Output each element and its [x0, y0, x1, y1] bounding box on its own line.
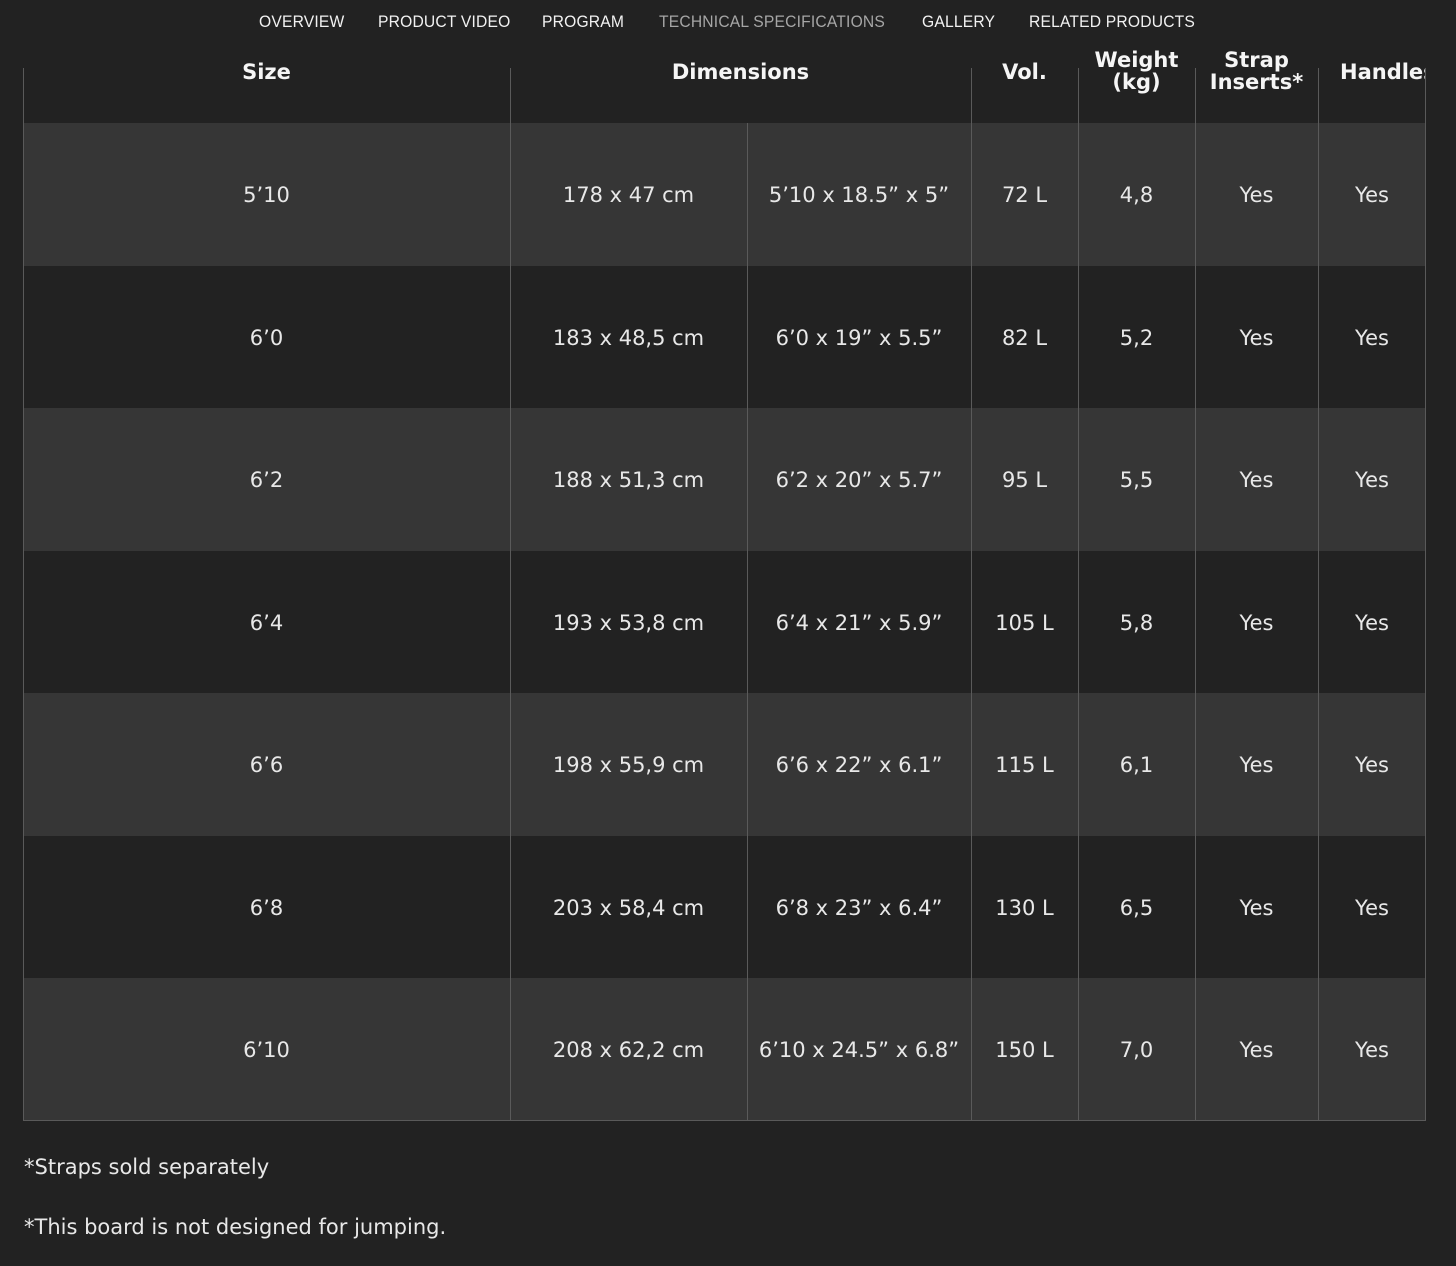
nav-item-product-video[interactable]: PRODUCT VIDEO — [378, 12, 510, 32]
cell-volume: 130 L — [995, 895, 1054, 920]
cell-strap-inserts: Yes — [1239, 752, 1274, 777]
table-row: 6’6 198 x 55,9 cm 6’6 x 22” x 6.1” 115 L… — [23, 693, 1426, 836]
column-divider — [971, 68, 972, 1121]
cell-metric: 198 x 55,9 cm — [552, 752, 705, 777]
cell-volume: 72 L — [1001, 182, 1048, 207]
nav-item-overview[interactable]: OVERVIEW — [259, 12, 344, 32]
cell-volume: 95 L — [1001, 467, 1048, 492]
cell-imperial: 6’10 x 24.5” x 6.8” — [758, 1037, 960, 1062]
cell-weight: 5,8 — [1119, 610, 1154, 635]
cell-size: 6’6 — [249, 752, 284, 777]
cell-metric: 193 x 53,8 cm — [552, 610, 705, 635]
cell-weight: 7,0 — [1119, 1037, 1154, 1062]
cell-volume: 115 L — [995, 752, 1054, 777]
table-border-bottom — [23, 1120, 1426, 1121]
cell-size: 6’0 — [249, 325, 284, 350]
cell-size: 6’4 — [249, 610, 284, 635]
cell-metric: 183 x 48,5 cm — [552, 325, 705, 350]
header-weight: Weight (kg) — [1078, 49, 1195, 93]
cell-size: 6’10 — [243, 1037, 290, 1062]
cell-handles: Yes — [1355, 895, 1389, 920]
cell-imperial: 6’0 x 19” x 5.5” — [775, 325, 943, 350]
cell-volume: 150 L — [995, 1037, 1054, 1062]
cell-imperial: 6’2 x 20” x 5.7” — [775, 467, 943, 492]
cell-metric: 203 x 58,4 cm — [552, 895, 705, 920]
cell-strap-inserts: Yes — [1239, 1037, 1274, 1062]
cell-strap-inserts: Yes — [1239, 325, 1274, 350]
cell-weight: 6,1 — [1119, 752, 1154, 777]
cell-handles: Yes — [1355, 752, 1389, 777]
table-row: 6’2 188 x 51,3 cm 6’2 x 20” x 5.7” 95 L … — [23, 408, 1426, 551]
header-strap-inserts: Strap Inserts* — [1195, 49, 1318, 93]
nav-item-related-products[interactable]: RELATED PRODUCTS — [1029, 12, 1195, 32]
cell-handles: Yes — [1355, 182, 1389, 207]
cell-handles: Yes — [1355, 610, 1389, 635]
cell-imperial: 6’6 x 22” x 6.1” — [775, 752, 943, 777]
column-divider — [510, 68, 511, 1121]
nav-item-gallery[interactable]: GALLERY — [922, 12, 995, 32]
table-row: 6’8 203 x 58,4 cm 6’8 x 23” x 6.4” 130 L… — [23, 836, 1426, 979]
cell-handles: Yes — [1355, 325, 1389, 350]
header-weight-line1: Weight — [1094, 48, 1179, 72]
cell-weight: 5,5 — [1119, 467, 1154, 492]
header-strap-line2: Inserts* — [1209, 70, 1304, 94]
table-border-right — [1425, 68, 1426, 1121]
cell-metric: 208 x 62,2 cm — [552, 1037, 705, 1062]
cell-handles: Yes — [1355, 467, 1389, 492]
cell-weight: 5,2 — [1119, 325, 1154, 350]
cell-size: 6’8 — [249, 895, 284, 920]
header-strap-line1: Strap — [1224, 48, 1289, 72]
cell-volume: 82 L — [1001, 325, 1048, 350]
cell-handles: Yes — [1355, 1037, 1389, 1062]
nav-item-program[interactable]: PROGRAM — [542, 12, 624, 32]
cell-weight: 6,5 — [1119, 895, 1154, 920]
cell-strap-inserts: Yes — [1239, 895, 1274, 920]
header-dimensions: Dimensions — [671, 60, 810, 84]
nav-item-technical-specifications[interactable]: TECHNICAL SPECIFICATIONS — [659, 12, 885, 32]
column-divider — [747, 123, 748, 1121]
specs-table: Size Dimensions Vol. Weight (kg) Strap I… — [23, 0, 1426, 1121]
note-straps-sold-separately: *Straps sold separately — [24, 1155, 270, 1179]
cell-strap-inserts: Yes — [1239, 467, 1274, 492]
cell-metric: 188 x 51,3 cm — [552, 467, 705, 492]
header-volume: Vol. — [1002, 60, 1047, 84]
table-row: 6’10 208 x 62,2 cm 6’10 x 24.5” x 6.8” 1… — [23, 978, 1426, 1121]
cell-metric: 178 x 47 cm — [562, 182, 695, 207]
header-size: Size — [242, 60, 291, 84]
cell-weight: 4,8 — [1119, 182, 1154, 207]
column-divider — [1195, 68, 1196, 1121]
note-not-for-jumping: *This board is not designed for jumping. — [24, 1215, 447, 1239]
cell-volume: 105 L — [995, 610, 1054, 635]
column-divider — [1318, 68, 1319, 1121]
cell-imperial: 6’4 x 21” x 5.9” — [775, 610, 943, 635]
cell-imperial: 6’8 x 23” x 6.4” — [775, 895, 943, 920]
table-row: 6’4 193 x 53,8 cm 6’4 x 21” x 5.9” 105 L… — [23, 551, 1426, 694]
cell-strap-inserts: Yes — [1239, 182, 1274, 207]
cell-size: 6’2 — [249, 467, 284, 492]
table-border-left — [23, 68, 24, 1121]
column-divider — [1078, 68, 1079, 1121]
table-row: 5’10 178 x 47 cm 5’10 x 18.5” x 5” 72 L … — [23, 123, 1426, 266]
header-weight-line2: (kg) — [1112, 70, 1161, 94]
cell-size: 5’10 — [243, 182, 290, 207]
cell-strap-inserts: Yes — [1239, 610, 1274, 635]
header-handles: Handles — [1340, 60, 1426, 84]
section-nav: OVERVIEW PRODUCT VIDEO PROGRAM TECHNICAL… — [0, 0, 1456, 48]
table-row: 6’0 183 x 48,5 cm 6’0 x 19” x 5.5” 82 L … — [23, 266, 1426, 409]
cell-imperial: 5’10 x 18.5” x 5” — [768, 182, 950, 207]
